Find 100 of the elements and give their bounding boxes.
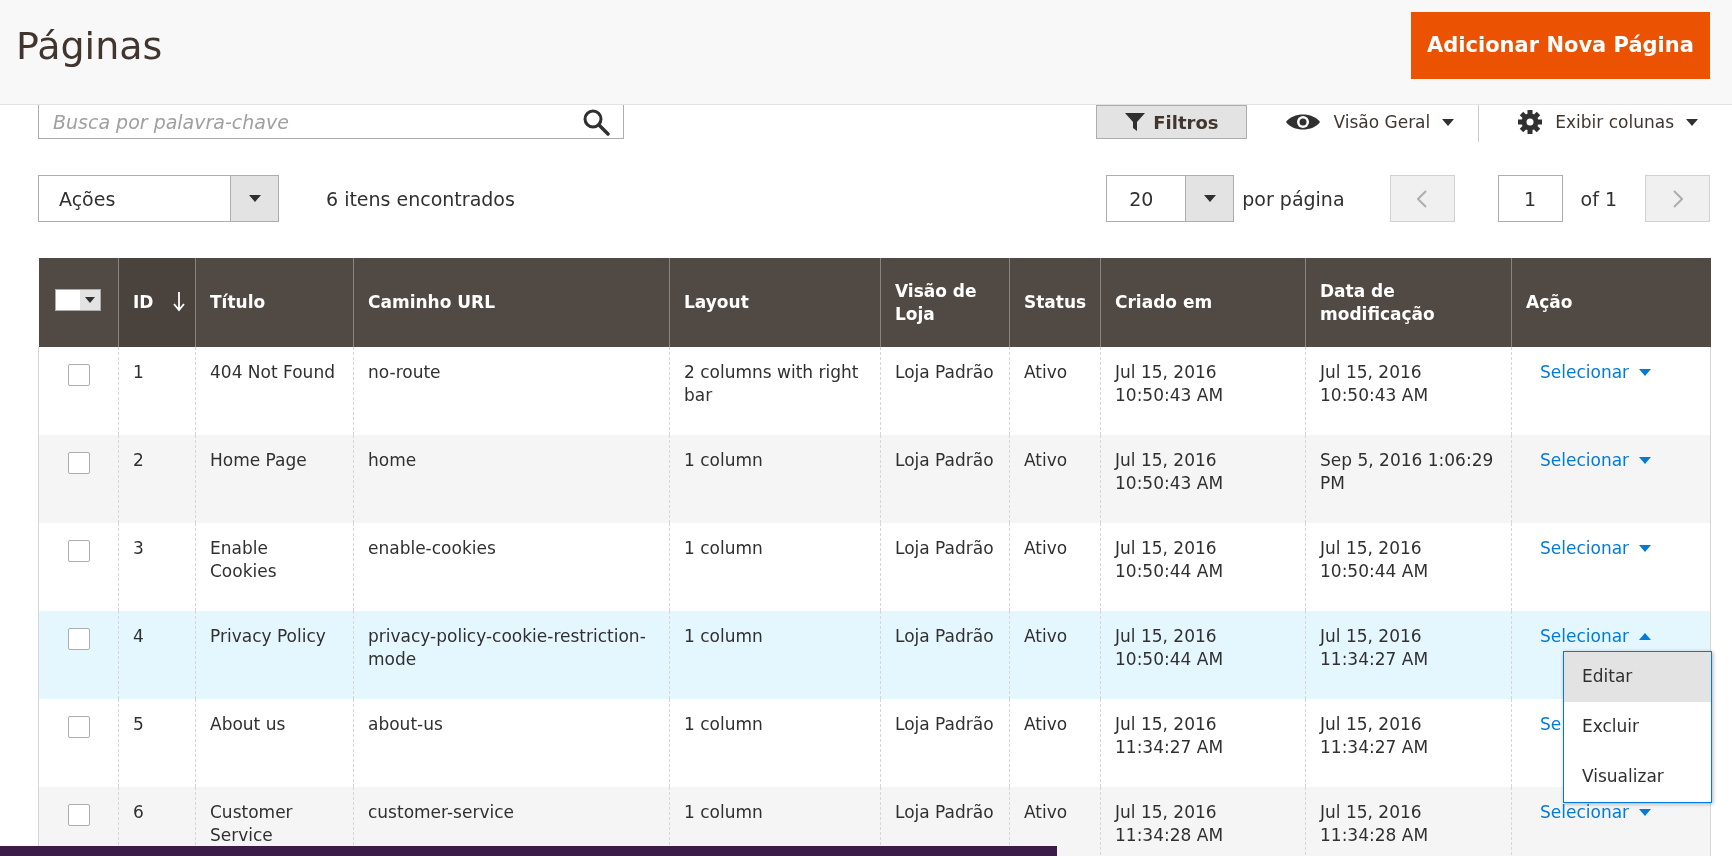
add-page-button[interactable]: Adicionar Nova Página	[1411, 11, 1710, 79]
table-cell: Jul 15, 2016 11:34:28 AM	[1320, 802, 1429, 846]
search-icon[interactable]	[582, 108, 610, 136]
page-total: of 1	[1580, 187, 1617, 210]
select-action-link[interactable]: Selecionar	[1540, 537, 1652, 561]
table-cell: Home Page	[210, 450, 307, 470]
caret-icon	[1442, 118, 1455, 126]
table-cell: 404 Not Found	[210, 362, 335, 382]
table-cell: Jul 15, 2016 11:34:27 AM	[1115, 714, 1224, 758]
view-dropdown[interactable]: Visão Geral	[1273, 112, 1467, 132]
table-cell: about-us	[368, 714, 443, 734]
actions-select[interactable]: Ações	[38, 175, 279, 222]
table-cell: Ativo	[1024, 450, 1068, 470]
table-cell: 1 column	[684, 802, 763, 822]
table-cell: 5	[133, 714, 144, 734]
row-checkbox[interactable]	[67, 804, 90, 826]
column-header[interactable]: Título	[195, 258, 354, 347]
table-cell: 1 column	[684, 714, 763, 734]
menu-item[interactable]: Editar	[1564, 652, 1711, 702]
column-header[interactable]: Ação	[1511, 258, 1711, 347]
menu-item[interactable]: Excluir	[1564, 702, 1711, 752]
table-cell: Ativo	[1024, 626, 1068, 646]
caret-icon	[248, 195, 261, 202]
table-cell: About us	[210, 714, 286, 734]
table-cell: 6	[133, 802, 144, 822]
column-header[interactable]: Caminho URL	[353, 258, 670, 347]
table-cell: 2	[133, 450, 144, 470]
search-field[interactable]: Busca por palavra-chave	[38, 105, 624, 139]
table-cell: Jul 15, 2016 10:50:44 AM	[1115, 626, 1224, 670]
caret-icon	[1639, 457, 1652, 465]
table-cell: Ativo	[1024, 538, 1068, 558]
table-cell: 2 columns with right bar	[684, 362, 859, 406]
table-cell: Jul 15, 2016 11:34:27 AM	[1320, 626, 1429, 670]
previous-page-button[interactable]	[1389, 175, 1455, 222]
table-cell: 1 column	[684, 450, 763, 470]
select-action-link[interactable]: Selecionar	[1540, 625, 1652, 649]
table-cell: Jul 15, 2016 11:34:27 AM	[1320, 714, 1429, 758]
select-action-link[interactable]: Selecionar	[1540, 449, 1652, 473]
caret-icon	[1203, 195, 1216, 202]
table-cell: Ativo	[1024, 362, 1068, 382]
column-header[interactable]: Criado em	[1100, 258, 1306, 347]
column-header[interactable]: ID	[118, 258, 196, 347]
chevron-right-icon	[1672, 189, 1683, 208]
table-cell: Loja Padrão	[895, 714, 994, 734]
mass-select-checkbox[interactable]	[55, 289, 102, 312]
page-title: Páginas	[16, 24, 163, 68]
sort-arrow-icon	[173, 292, 185, 312]
caret-icon	[1686, 118, 1698, 126]
columns-dropdown[interactable]: Exibir colunas	[1505, 109, 1710, 135]
table-cell: privacy-policy-cookie-restriction-mode	[368, 626, 646, 670]
page-number-field[interactable]: 1	[1497, 175, 1563, 222]
per-page-label: por página	[1242, 187, 1345, 210]
table-cell: Jul 15, 2016 10:50:43 AM	[1115, 362, 1224, 406]
row-checkbox[interactable]	[67, 364, 90, 386]
table-cell: Loja Padrão	[895, 450, 994, 470]
select-action-link[interactable]: Selecionar	[1540, 361, 1652, 385]
table-cell: Jul 15, 2016 10:50:43 AM	[1115, 450, 1224, 494]
column-header[interactable]: Data de modificação	[1305, 258, 1512, 347]
next-page-button[interactable]	[1645, 175, 1710, 222]
per-page-select[interactable]: 20	[1106, 175, 1235, 222]
table-cell: Ativo	[1024, 802, 1068, 822]
table-cell: Customer Service	[210, 802, 293, 846]
select-action-link[interactable]: Se	[1540, 713, 1562, 737]
table-cell: Enable Cookies	[210, 538, 277, 582]
table-cell: Loja Padrão	[895, 626, 994, 646]
table-cell: Loja Padrão	[895, 802, 994, 822]
caret-icon	[1639, 545, 1652, 553]
table-cell: 1	[133, 362, 144, 382]
row-checkbox[interactable]	[67, 540, 90, 562]
caret-icon	[1639, 633, 1652, 641]
funnel-icon	[1125, 113, 1146, 131]
table-cell: customer-service	[368, 802, 514, 822]
eye-icon	[1285, 112, 1322, 132]
table-cell: Jul 15, 2016 10:50:43 AM	[1320, 362, 1429, 406]
table-cell: 3	[133, 538, 144, 558]
table-cell: no-route	[368, 362, 441, 382]
column-header[interactable]: Status	[1009, 258, 1101, 347]
table-cell: Sep 5, 2016 1:06:29 PM	[1320, 450, 1494, 494]
table-cell: 4	[133, 626, 144, 646]
column-header[interactable]: Layout	[669, 258, 881, 347]
caret-icon	[1639, 809, 1652, 817]
chevron-left-icon	[1417, 189, 1428, 208]
column-header[interactable]: Visão de Loja	[880, 258, 1010, 347]
table-cell: Loja Padrão	[895, 362, 994, 382]
table-row[interactable]: 6 Customer Service customer-service 1 column Loja Padrão Ativo Jul 15, 2016 11:34:28 AM Jul 15, 2016 11:34:28 AM Selecionar	[38, 787, 1711, 856]
table-cell: Jul 15, 2016 10:50:44 AM	[1115, 538, 1224, 582]
filters-button[interactable]: Filtros	[1096, 105, 1248, 139]
select-action-link[interactable]: Selecionar	[1540, 801, 1652, 825]
row-checkbox[interactable]	[67, 716, 90, 738]
table-cell: Ativo	[1024, 714, 1068, 734]
table-cell: Loja Padrão	[895, 538, 994, 558]
row-checkbox[interactable]	[67, 628, 90, 650]
table-row[interactable]: 2 Home Page home 1 column Loja Padrão Ativo Jul 15, 2016 10:50:43 AM Sep 5, 2016 1:06:29 PM Selecionar	[38, 435, 1711, 523]
caret-icon	[85, 297, 96, 304]
table-cell: Privacy Policy	[210, 626, 326, 646]
caret-icon	[1639, 369, 1652, 377]
row-checkbox[interactable]	[67, 452, 90, 474]
table-cell: Jul 15, 2016 11:34:28 AM	[1115, 802, 1224, 846]
table-cell: Jul 15, 2016 10:50:44 AM	[1320, 538, 1429, 582]
gear-icon	[1517, 109, 1544, 135]
